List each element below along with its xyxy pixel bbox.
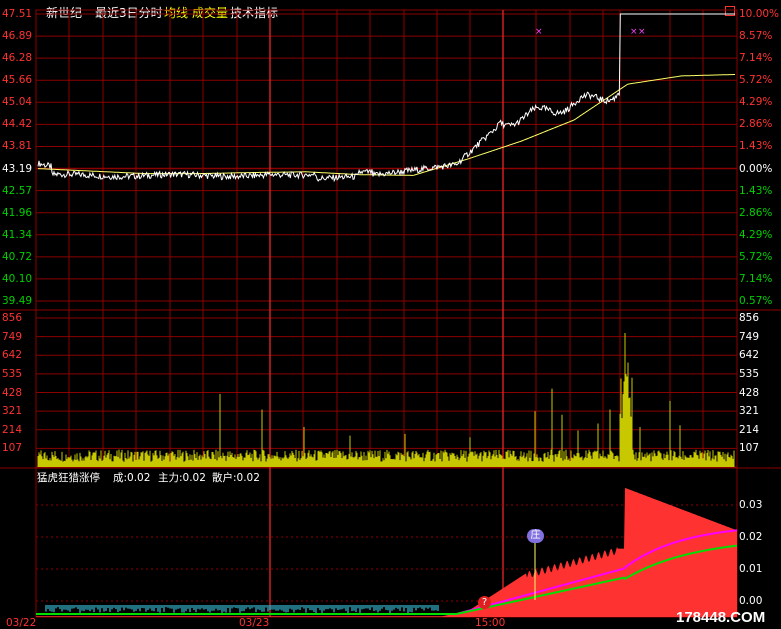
volume-tick-label: 321 <box>2 405 23 418</box>
indicator-area <box>36 487 738 617</box>
cheng-area <box>36 487 737 617</box>
sanhu-value: 散户:0.02 <box>212 472 260 484</box>
price-tick-label: 44.42 <box>2 118 33 131</box>
volume-tick-label: 749 <box>739 330 760 343</box>
price-tick-label: 47.51 <box>2 8 33 20</box>
volume-tick-label: 321 <box>739 405 760 418</box>
price-tick-label: 46.28 <box>2 52 33 65</box>
volume-tick-label: 428 <box>739 386 760 399</box>
percent-tick-label: 10.00% <box>739 8 780 20</box>
percent-tick-label: 5.72% <box>739 74 773 87</box>
chart-canvas: × × × <box>0 9 781 618</box>
volume-tick-label: 856 <box>739 312 760 324</box>
price-tick-label: 41.96 <box>2 206 33 219</box>
volume-tick-label: 535 <box>739 367 760 380</box>
price-tick-label: 45.66 <box>2 74 33 87</box>
volume-tick-label: 428 <box>2 386 23 399</box>
volume-bars <box>37 332 735 467</box>
limit-mark: × <box>630 27 638 37</box>
indicator-tick-label: 0.03 <box>739 499 763 511</box>
volume-tick-label: 107 <box>2 442 23 455</box>
percent-tick-label: 4.29% <box>739 228 773 241</box>
date-label-0323: 03/23 <box>239 617 270 629</box>
volume-tick-label: 535 <box>2 367 23 380</box>
price-lines <box>37 13 735 183</box>
volume-tick-label: 642 <box>739 349 760 362</box>
question-icon[interactable]: ? <box>478 596 491 609</box>
price-line <box>37 13 735 183</box>
volume-tick-label: 856 <box>2 312 23 324</box>
indicator-tick-label: 0.01 <box>739 563 763 575</box>
price-tick-label: 39.49 <box>2 295 33 307</box>
volume-tick-label: 642 <box>2 349 23 362</box>
price-tick-label: 41.34 <box>2 228 33 241</box>
price-tick-label: 40.72 <box>2 250 33 263</box>
percent-tick-label: 2.86% <box>739 206 773 219</box>
percent-tick-label: 5.72% <box>739 250 773 263</box>
indicator-title[interactable]: 猛虎狂猎涨停 <box>37 472 100 484</box>
price-tick-label: 42.57 <box>2 184 33 197</box>
zhuli-value: 主力:0.02 <box>158 472 206 484</box>
volume-tick-label: 749 <box>2 330 23 343</box>
percent-tick-label: 7.14% <box>739 272 773 285</box>
zhuang-badge[interactable]: 庄 <box>527 529 544 543</box>
price-tick-label: 45.04 <box>2 96 33 109</box>
percent-tick-label: 2.86% <box>739 118 773 131</box>
price-tick-label: 43.81 <box>2 140 33 153</box>
percent-tick-label: 1.43% <box>739 140 773 153</box>
time-label-1500: 15:00 <box>475 617 506 629</box>
indicator-tick-label: 0.02 <box>739 531 763 543</box>
limit-mark: × <box>638 27 646 37</box>
avg-price-line <box>38 74 735 176</box>
limit-mark: × <box>535 27 543 37</box>
indicator-tick-label: 0.00 <box>739 595 763 607</box>
cheng-value: 成:0.02 <box>113 472 151 484</box>
percent-tick-label: 4.29% <box>739 96 773 109</box>
percent-tick-label: 0.00% <box>739 162 773 175</box>
volume-tick-label: 214 <box>2 423 23 436</box>
date-label-0322: 03/22 <box>6 617 37 629</box>
marks: × × × <box>535 27 646 37</box>
percent-tick-label: 8.57% <box>739 30 773 43</box>
percent-tick-label: 0.57% <box>739 295 773 307</box>
price-tick-label: 40.10 <box>2 272 33 285</box>
volume-tick-label: 214 <box>739 423 760 436</box>
price-tick-label: 43.19 <box>2 162 33 175</box>
percent-tick-label: 7.14% <box>739 52 773 65</box>
percent-tick-label: 1.43% <box>739 184 773 197</box>
watermark: 178448.COM <box>676 609 766 626</box>
price-tick-label: 46.89 <box>2 30 33 43</box>
volume-tick-label: 107 <box>739 442 760 455</box>
